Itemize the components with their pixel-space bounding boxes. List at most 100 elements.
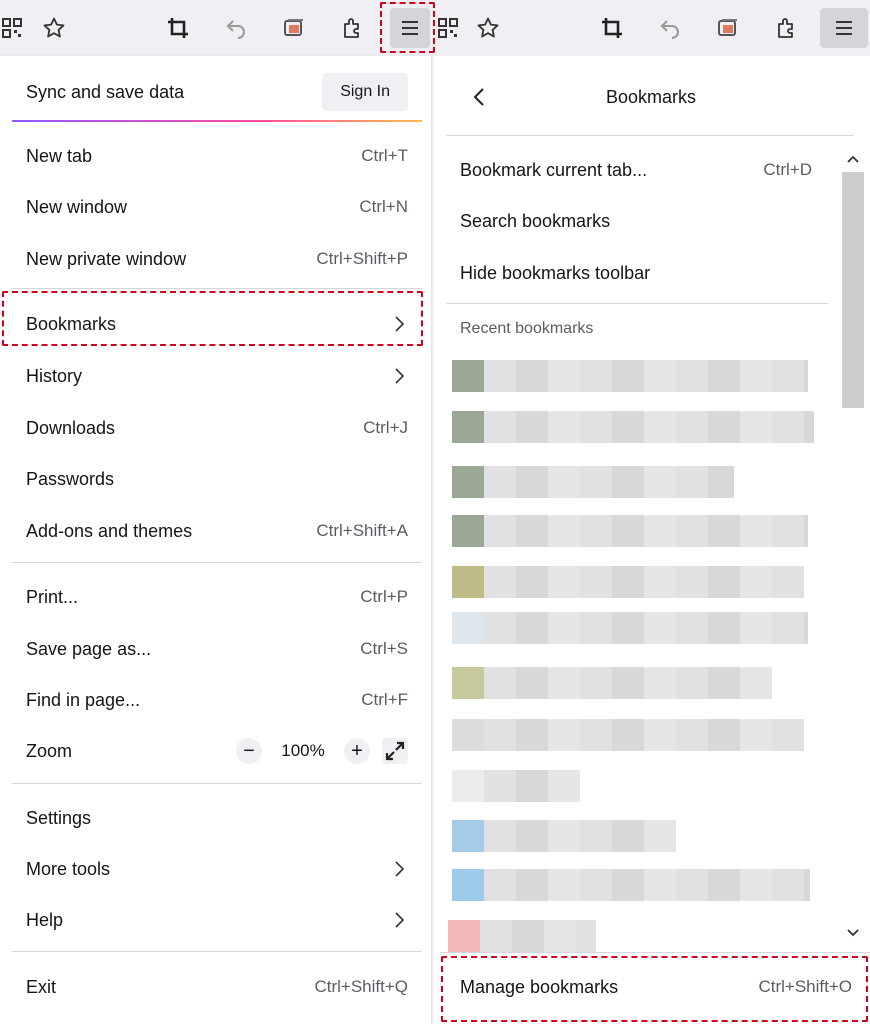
menu-item-label: Help — [26, 909, 64, 930]
app-menu-panel: Sync and save data Sign In New tab Ctrl+… — [0, 56, 432, 1024]
picture-in-picture-icon[interactable] — [274, 8, 314, 48]
bookmark-item[interactable] — [452, 719, 804, 751]
favicon — [452, 360, 484, 392]
fullscreen-icon[interactable] — [382, 738, 408, 764]
bookmark-title-blurred — [484, 667, 772, 699]
menu-item-shortcut: Ctrl+Shift+P — [316, 249, 408, 268]
hamburger-menu-icon[interactable] — [390, 8, 430, 48]
menu-item-label: Passwords — [26, 468, 115, 489]
bookmark-current-tab-item[interactable]: Bookmark current tab... Ctrl+D — [446, 147, 826, 193]
menu-item-history[interactable]: History — [12, 353, 422, 399]
menu-item-shortcut: Ctrl+T — [361, 146, 408, 165]
menu-item-label: Add-ons and themes — [26, 520, 193, 541]
menu-item-help[interactable]: Help — [12, 897, 422, 943]
undo-icon[interactable] — [216, 8, 256, 48]
sync-label: Sync and save data — [26, 81, 185, 102]
bookmark-item[interactable] — [452, 612, 808, 644]
scroll-down-icon[interactable] — [838, 922, 868, 944]
zoom-level-button[interactable]: 100% — [274, 741, 332, 761]
menu-item-new-private-window[interactable]: New private window Ctrl+Shift+P — [12, 236, 422, 282]
bookmark-item[interactable] — [452, 566, 804, 598]
manage-bookmarks-item[interactable]: Manage bookmarks Ctrl+Shift+O — [446, 962, 866, 1012]
crop-icon[interactable] — [592, 8, 632, 48]
menu-item-label: Print... — [26, 586, 79, 607]
bookmark-item[interactable] — [452, 869, 810, 901]
star-icon[interactable] — [34, 8, 74, 48]
menu-item-downloads[interactable]: Downloads Ctrl+J — [12, 405, 422, 451]
menu-item-new-tab[interactable]: New tab Ctrl+T — [12, 133, 422, 179]
bookmark-item[interactable] — [452, 360, 808, 392]
menu-item-label: Settings — [26, 807, 92, 828]
chevron-right-icon — [395, 316, 405, 332]
chevron-left-icon — [473, 88, 484, 106]
scrollbar-thumb[interactable] — [842, 172, 864, 408]
bookmark-item[interactable] — [452, 820, 676, 852]
menu-item-settings[interactable]: Settings — [12, 795, 422, 841]
bookmark-title-blurred — [484, 566, 804, 598]
bookmark-item[interactable] — [452, 411, 814, 443]
zoom-in-button[interactable]: + — [344, 738, 370, 764]
menu-item-label: More tools — [26, 858, 111, 879]
scroll-up-icon[interactable] — [838, 148, 868, 170]
back-button[interactable] — [460, 77, 500, 117]
qr-code-icon[interactable] — [428, 8, 468, 48]
search-bookmarks-item[interactable]: Search bookmarks — [446, 198, 826, 244]
toolbar-left — [0, 0, 436, 56]
bookmark-item[interactable] — [452, 515, 808, 547]
menu-item-exit[interactable]: Exit Ctrl+Shift+Q — [12, 964, 422, 1010]
menu-item-new-window[interactable]: New window Ctrl+N — [12, 184, 422, 230]
separator — [446, 303, 828, 304]
hide-bookmarks-toolbar-item[interactable]: Hide bookmarks toolbar — [446, 250, 826, 296]
bookmark-title-blurred — [484, 770, 580, 802]
menu-item-label: Exit — [26, 976, 57, 997]
menu-item-label: History — [26, 365, 83, 386]
extensions-icon[interactable] — [766, 8, 806, 48]
star-icon[interactable] — [468, 8, 508, 48]
bookmark-title-blurred — [484, 466, 734, 498]
menu-item-passwords[interactable]: Passwords — [12, 456, 422, 502]
menu-item-shortcut: Ctrl+F — [361, 690, 408, 709]
recent-bookmarks-heading: Recent bookmarks — [460, 320, 594, 337]
extensions-icon[interactable] — [332, 8, 372, 48]
favicon — [452, 515, 484, 547]
menu-item-shortcut: Ctrl+Shift+O — [758, 977, 852, 996]
favicon — [452, 719, 484, 751]
bookmark-item[interactable] — [452, 667, 772, 699]
separator — [12, 288, 422, 289]
bookmark-title-blurred — [484, 411, 814, 443]
bookmark-item[interactable] — [448, 920, 596, 952]
scrollbar[interactable] — [838, 148, 868, 944]
menu-item-shortcut: Ctrl+D — [763, 160, 812, 179]
picture-in-picture-icon[interactable] — [708, 8, 748, 48]
favicon — [452, 869, 484, 901]
sync-gradient-divider — [12, 120, 422, 122]
sign-in-button[interactable]: Sign In — [322, 73, 408, 111]
bookmarks-panel: Bookmarks Bookmark current tab... Ctrl+D… — [434, 56, 870, 1024]
favicon — [452, 770, 484, 802]
bookmark-item[interactable] — [452, 466, 734, 498]
menu-item-bookmarks[interactable]: Bookmarks — [12, 301, 422, 347]
favicon — [448, 920, 480, 952]
qr-code-icon[interactable] — [0, 8, 32, 48]
menu-item-save-page-as[interactable]: Save page as... Ctrl+S — [12, 626, 422, 672]
menu-item-more-tools[interactable]: More tools — [12, 846, 422, 892]
separator — [12, 783, 422, 784]
bookmarks-header: Bookmarks — [446, 66, 856, 128]
menu-item-shortcut: Ctrl+Shift+Q — [314, 977, 408, 996]
separator — [12, 562, 422, 563]
menu-item-addons-themes[interactable]: Add-ons and themes Ctrl+Shift+A — [12, 508, 422, 554]
menu-item-find-in-page[interactable]: Find in page... Ctrl+F — [12, 677, 422, 723]
favicon — [452, 667, 484, 699]
bookmark-item[interactable] — [452, 770, 580, 802]
chevron-right-icon — [395, 912, 405, 928]
undo-icon[interactable] — [650, 8, 690, 48]
crop-icon[interactable] — [158, 8, 198, 48]
bookmarks-panel-title: Bookmarks — [605, 86, 697, 107]
menu-item-label: Bookmark current tab... — [460, 159, 648, 180]
bookmark-title-blurred — [484, 869, 810, 901]
zoom-out-button[interactable]: − — [236, 738, 262, 764]
menu-item-print[interactable]: Print... Ctrl+P — [12, 574, 422, 620]
menu-item-label: Zoom — [26, 740, 73, 761]
hamburger-menu-icon[interactable] — [820, 8, 868, 48]
chevron-right-icon — [395, 861, 405, 877]
